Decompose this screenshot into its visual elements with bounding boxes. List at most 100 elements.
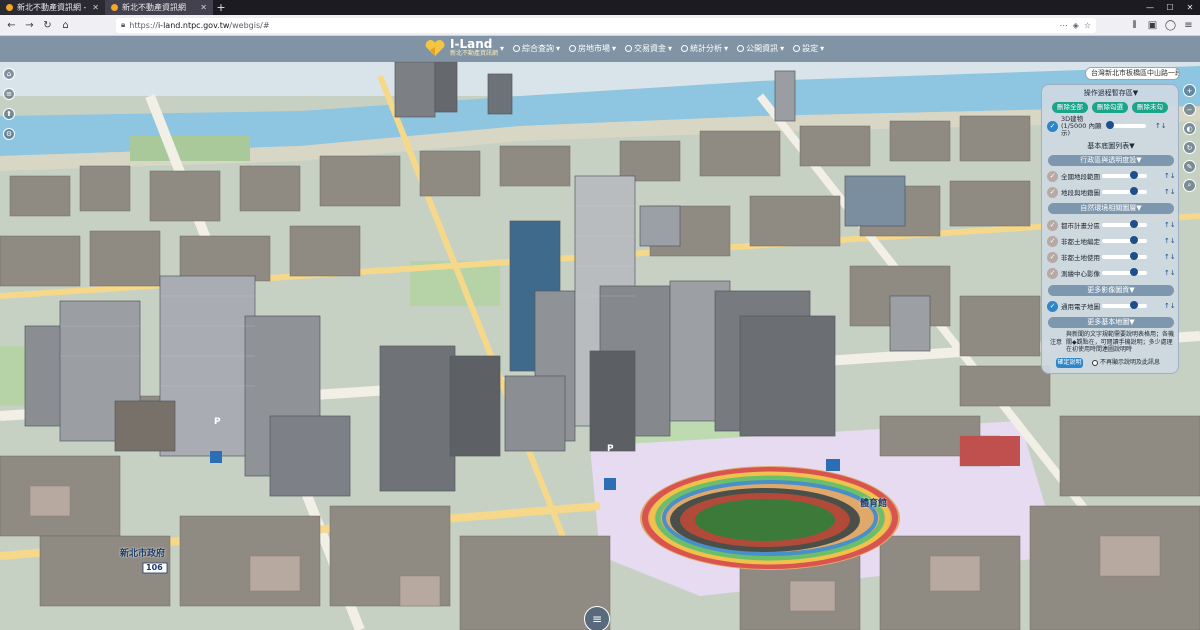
app-logo[interactable]: I-Land 新北不動產資訊網 bbox=[424, 38, 498, 57]
info-icon bbox=[737, 45, 745, 52]
layer-panel: 操作過程暫存區▼ 刪除全部 刪除勾選 刪除未勾 ✓ 3D建物(1/5000 內顯… bbox=[1041, 84, 1179, 374]
reorder-arrows-icon[interactable]: ↑↓ bbox=[1164, 269, 1176, 277]
layer-checkbox[interactable]: ✓ bbox=[1047, 186, 1058, 198]
reorder-arrows-icon[interactable]: ↑↓ bbox=[1164, 302, 1176, 310]
tilt-icon[interactable]: ◐ bbox=[1183, 122, 1196, 135]
opacity-slider[interactable] bbox=[1102, 268, 1147, 276]
layer-checkbox[interactable]: ✓ bbox=[1047, 251, 1058, 263]
browser-tab-current[interactable]: 新北不動產資訊網 ✕ bbox=[105, 0, 213, 15]
url-text: https://i-land.ntpc.gov.tw/webgis/# bbox=[129, 20, 270, 30]
bookmark-star-icon[interactable]: ☆ bbox=[1084, 21, 1091, 30]
settings-icon[interactable]: ⚙ bbox=[3, 128, 15, 140]
account-icon[interactable]: ◯ bbox=[1163, 18, 1178, 33]
browser-tab-home[interactable]: 新北不動產資訊網 - 首頁 ✕ bbox=[0, 0, 105, 15]
reload-icon[interactable]: ↻ bbox=[40, 18, 55, 33]
close-window-icon[interactable]: ✕ bbox=[1180, 0, 1200, 15]
note-label: 注意 bbox=[1050, 339, 1063, 346]
menu-market[interactable]: 房地市場 ▾ bbox=[569, 43, 616, 54]
library-icon[interactable]: ⫴ bbox=[1127, 18, 1142, 33]
window-controls: — ☐ ✕ bbox=[1140, 0, 1200, 15]
opacity-slider[interactable] bbox=[1102, 236, 1147, 244]
panel-header-nature[interactable]: 自然環境相關圖層▼ bbox=[1048, 203, 1174, 214]
rotate-icon[interactable]: ↻ bbox=[1183, 141, 1196, 154]
app-subtitle: 新北不動產資訊網 bbox=[450, 50, 499, 57]
forward-icon[interactable]: → bbox=[22, 18, 37, 33]
menu-public-info[interactable]: 公開資訊 ▾ bbox=[737, 43, 784, 54]
opacity-slider[interactable] bbox=[1102, 301, 1147, 309]
layer-row: ✓ 非都土地使用 ↑↓ bbox=[1047, 250, 1176, 264]
map-3d-scene[interactable]: P P 106 體育館 新北市政府 bbox=[0, 36, 1200, 630]
compass-icon[interactable]: ⬆ bbox=[3, 108, 15, 120]
page-actions-icon[interactable]: ⋯ bbox=[1060, 21, 1068, 30]
opacity-slider[interactable] bbox=[1102, 220, 1147, 228]
location-search-input[interactable]: 台灣新北市板橋區中山路一段段 bbox=[1085, 67, 1180, 80]
back-icon[interactable]: ← bbox=[4, 18, 19, 33]
plus-icon[interactable]: + bbox=[213, 0, 229, 15]
menu-collapse-caret[interactable]: ▾ bbox=[500, 43, 504, 54]
radio-icon bbox=[1092, 359, 1098, 366]
reorder-arrows-icon[interactable]: ↑↓ bbox=[1164, 188, 1176, 196]
reorder-arrows-icon[interactable]: ↑↓ bbox=[1164, 253, 1176, 261]
dont-show-option[interactable]: 不再顯示說明及此訊息 bbox=[1092, 358, 1160, 368]
layers-icon[interactable]: ≡ bbox=[3, 88, 15, 100]
panel-header-more-base[interactable]: 更多基本地圖▼ bbox=[1048, 317, 1174, 328]
panel-header-ops[interactable]: 操作過程暫存區▼ bbox=[1048, 88, 1174, 99]
opacity-slider[interactable] bbox=[1102, 187, 1147, 195]
menu-statistics[interactable]: 統計分析 ▾ bbox=[681, 43, 728, 54]
panel-header-base[interactable]: 基本底圖列表▼ bbox=[1048, 141, 1174, 152]
close-tab-icon[interactable]: ✕ bbox=[200, 3, 207, 12]
app-title: I-Land bbox=[450, 37, 493, 51]
layer-checkbox[interactable]: ✓ bbox=[1047, 219, 1058, 231]
minimize-icon[interactable]: — bbox=[1140, 0, 1160, 15]
gear-icon bbox=[793, 45, 801, 52]
bottom-menu-button[interactable]: ≡ bbox=[584, 606, 610, 630]
parking-sign-label: P bbox=[214, 417, 221, 427]
sidebar-icon[interactable]: ▣ bbox=[1145, 18, 1160, 33]
panel-header-more-imagery[interactable]: 更多影像圖資▼ bbox=[1048, 285, 1174, 296]
delete-all-button[interactable]: 刪除全部 bbox=[1052, 102, 1088, 113]
opacity-slider[interactable] bbox=[1102, 252, 1147, 260]
layer-checkbox[interactable]: ✓ bbox=[1047, 120, 1058, 132]
layer-row: ✓ 全國地段範圍 ↑↓ bbox=[1047, 169, 1176, 183]
url-bar[interactable]: 🔒︎ https://i-land.ntpc.gov.tw/webgis/# ⋯… bbox=[116, 17, 1096, 33]
home-view-icon[interactable]: ⌂ bbox=[3, 68, 15, 80]
money-icon bbox=[625, 45, 633, 52]
home-icon[interactable]: ⌂ bbox=[58, 18, 73, 33]
reorder-arrows-icon[interactable]: ↑↓ bbox=[1164, 221, 1176, 229]
opacity-slider[interactable] bbox=[1102, 171, 1147, 179]
pocket-icon[interactable]: ◈ bbox=[1073, 21, 1079, 30]
maximize-icon[interactable]: ☐ bbox=[1160, 0, 1180, 15]
main-menu: ▾ 綜合查詢 ▾ 房地市場 ▾ 交易資金 ▾ 統計分析 ▾ 公開資訊 ▾ 設定 ▾ bbox=[500, 43, 824, 54]
confirm-button[interactable]: 確定說明 bbox=[1056, 358, 1083, 368]
chart-icon bbox=[681, 45, 689, 52]
zoom-out-icon[interactable]: − bbox=[1183, 103, 1196, 116]
layer-checkbox[interactable]: ✓ bbox=[1047, 170, 1058, 182]
opacity-slider[interactable] bbox=[1106, 121, 1146, 129]
zoom-in-icon[interactable]: + bbox=[1183, 84, 1196, 97]
layer-checkbox[interactable]: ✓ bbox=[1047, 300, 1058, 312]
menu-icon[interactable]: ≡ bbox=[1181, 18, 1196, 33]
search-icon[interactable]: ⌕ bbox=[1183, 179, 1196, 192]
reorder-arrows-icon[interactable]: ↑↓ bbox=[1155, 122, 1167, 130]
city-render bbox=[0, 36, 1200, 630]
layer-label: 3D建物(1/5000 內顯示) bbox=[1061, 114, 1102, 137]
menu-search[interactable]: 綜合查詢 ▾ bbox=[513, 43, 560, 54]
panel-header-admin[interactable]: 行政區與透明度設▼ bbox=[1048, 155, 1174, 166]
layer-checkbox[interactable]: ✓ bbox=[1047, 267, 1058, 279]
close-tab-icon[interactable]: ✕ bbox=[92, 3, 99, 12]
layer-checkbox[interactable]: ✓ bbox=[1047, 235, 1058, 247]
layer-label: 測繪中心影像 bbox=[1061, 270, 1100, 278]
tab-title: 新北不動產資訊網 - 首頁 bbox=[17, 3, 88, 12]
delete-unchecked-button[interactable]: 刪除未勾 bbox=[1132, 102, 1168, 113]
measure-icon[interactable]: ✎ bbox=[1183, 160, 1196, 173]
reorder-arrows-icon[interactable]: ↑↓ bbox=[1164, 237, 1176, 245]
delete-checked-button[interactable]: 刪除勾選 bbox=[1092, 102, 1128, 113]
layer-label: 通用電子地圖 bbox=[1061, 303, 1100, 311]
menu-funding[interactable]: 交易資金 ▾ bbox=[625, 43, 672, 54]
site-favicon bbox=[111, 4, 118, 11]
menu-settings[interactable]: 設定 ▾ bbox=[793, 43, 824, 54]
lock-icon: 🔒︎ bbox=[121, 20, 126, 29]
right-toolbar: + − ◐ ↻ ✎ ⌕ bbox=[1183, 84, 1196, 192]
layer-label: 全國地段範圍 bbox=[1061, 173, 1100, 181]
reorder-arrows-icon[interactable]: ↑↓ bbox=[1164, 172, 1176, 180]
